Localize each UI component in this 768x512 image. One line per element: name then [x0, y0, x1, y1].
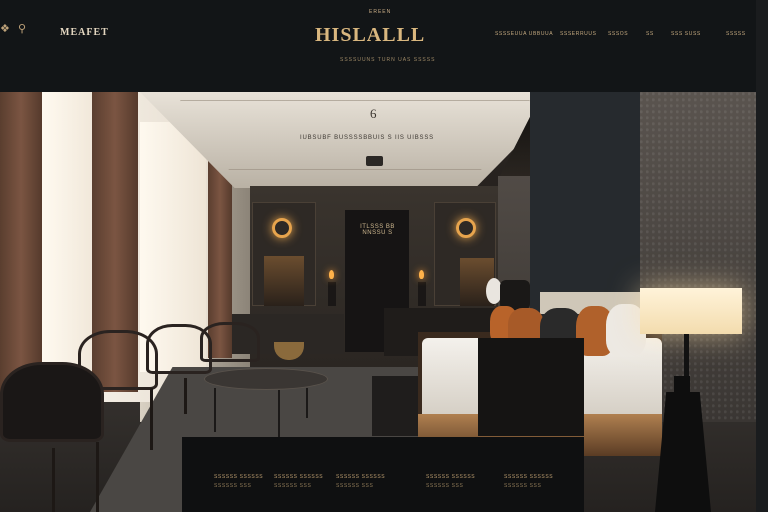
logo-eyebrow: EREEN: [369, 9, 392, 15]
footer-link[interactable]: SSSSSS SSSSSS: [274, 474, 323, 480]
footer-link-sub: SSSSSS SSS: [426, 483, 464, 489]
hero-caption: IUBSUBF BUSSSSBBUIS S IIS UIBSSS: [300, 135, 434, 141]
logo-tagline: SSSSUUNS TURN UAS SSSSS: [340, 57, 436, 63]
brand-name[interactable]: MEAFET: [60, 27, 109, 38]
footer-link-sub: SSSSSS SSS: [214, 483, 252, 489]
table-leg: [306, 388, 308, 418]
page-edge: [756, 0, 768, 512]
candle-holder: [328, 282, 336, 306]
footer-link-sub: SSSSSS SSS: [504, 483, 542, 489]
ring-light-icon: [272, 218, 292, 238]
table-leg: [278, 390, 280, 438]
chair-leg: [150, 388, 153, 450]
nav-link-3[interactable]: SSSOS: [608, 31, 628, 37]
nav-link-5[interactable]: SSS SUSS: [671, 31, 701, 37]
footer-link[interactable]: SSSSSS SSSSSS: [426, 474, 475, 480]
nav-link-1[interactable]: SSSSEUUA UBBUUA: [495, 31, 553, 37]
chair: [0, 362, 104, 442]
bed-throw: [478, 338, 584, 436]
lamp-shade: [640, 288, 742, 334]
ceiling-fixture: [366, 156, 383, 166]
nav-link-2[interactable]: SSSERRUUS: [560, 31, 597, 37]
site-header: ❖ ⚲ MEAFET EREEN HISLALLL SSSSUUNS TURN …: [0, 0, 756, 92]
flame-icon: [329, 270, 334, 279]
door-sign-line: NNSSU S: [362, 230, 393, 236]
chair-leg: [96, 442, 99, 512]
wall-niche: [264, 256, 304, 306]
drape-curtain: [0, 92, 42, 392]
lamp-pole: [684, 334, 689, 378]
footer-link-sub: SSSSSS SSS: [274, 483, 312, 489]
footer-link[interactable]: SSSSSS SSSSSS: [214, 474, 263, 480]
site-logo[interactable]: HISLALLL: [315, 24, 425, 47]
ring-light-icon: [456, 218, 476, 238]
candle-holder: [418, 282, 426, 306]
menu-icon[interactable]: ❖: [0, 22, 10, 35]
table-leg: [214, 388, 216, 432]
flame-icon: [419, 270, 424, 279]
footer-link[interactable]: SSSSSS SSSSSS: [336, 474, 385, 480]
footer-link[interactable]: SSSSSS SSSSSS: [504, 474, 553, 480]
nav-link-6[interactable]: SSSSS: [726, 31, 746, 37]
footer-link-sub: SSSSSS SSS: [336, 483, 374, 489]
lamp-base: [674, 376, 690, 394]
search-icon[interactable]: ⚲: [18, 22, 26, 35]
chair-leg: [52, 448, 55, 512]
chair-leg: [184, 378, 187, 414]
nav-link-4[interactable]: SS: [646, 31, 654, 37]
door-sign: ITLSSS BB NNSSU S: [350, 224, 405, 236]
hero-number: 6: [370, 106, 377, 121]
coffee-table: [204, 368, 328, 390]
